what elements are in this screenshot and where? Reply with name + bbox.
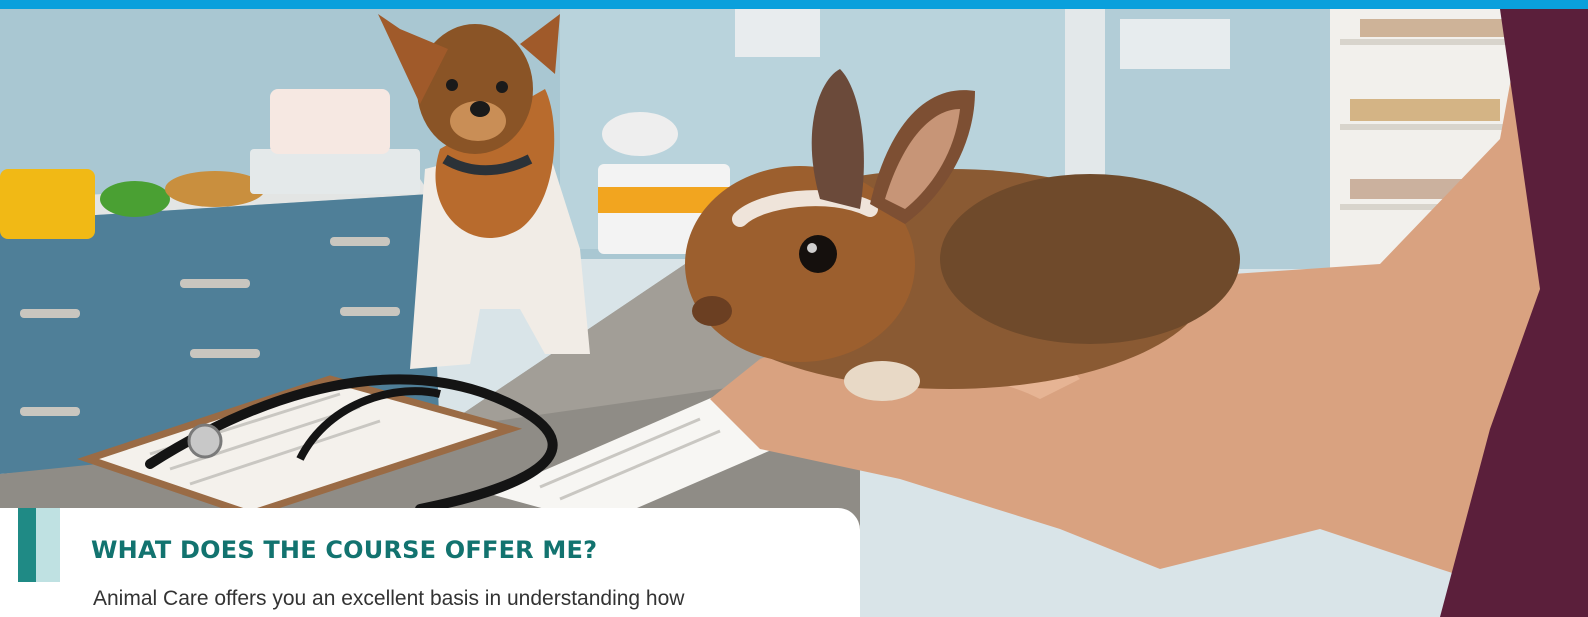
section-heading: WHAT DOES THE COURSE OFFER ME? bbox=[91, 536, 598, 564]
info-card: WHAT DOES THE COURSE OFFER ME? Animal Ca… bbox=[0, 508, 860, 617]
top-accent-bar bbox=[0, 0, 1588, 9]
section-body-text: Animal Care offers you an excellent basi… bbox=[93, 587, 685, 610]
accent-bar-dark bbox=[18, 508, 36, 582]
accent-bar-light bbox=[36, 508, 60, 582]
